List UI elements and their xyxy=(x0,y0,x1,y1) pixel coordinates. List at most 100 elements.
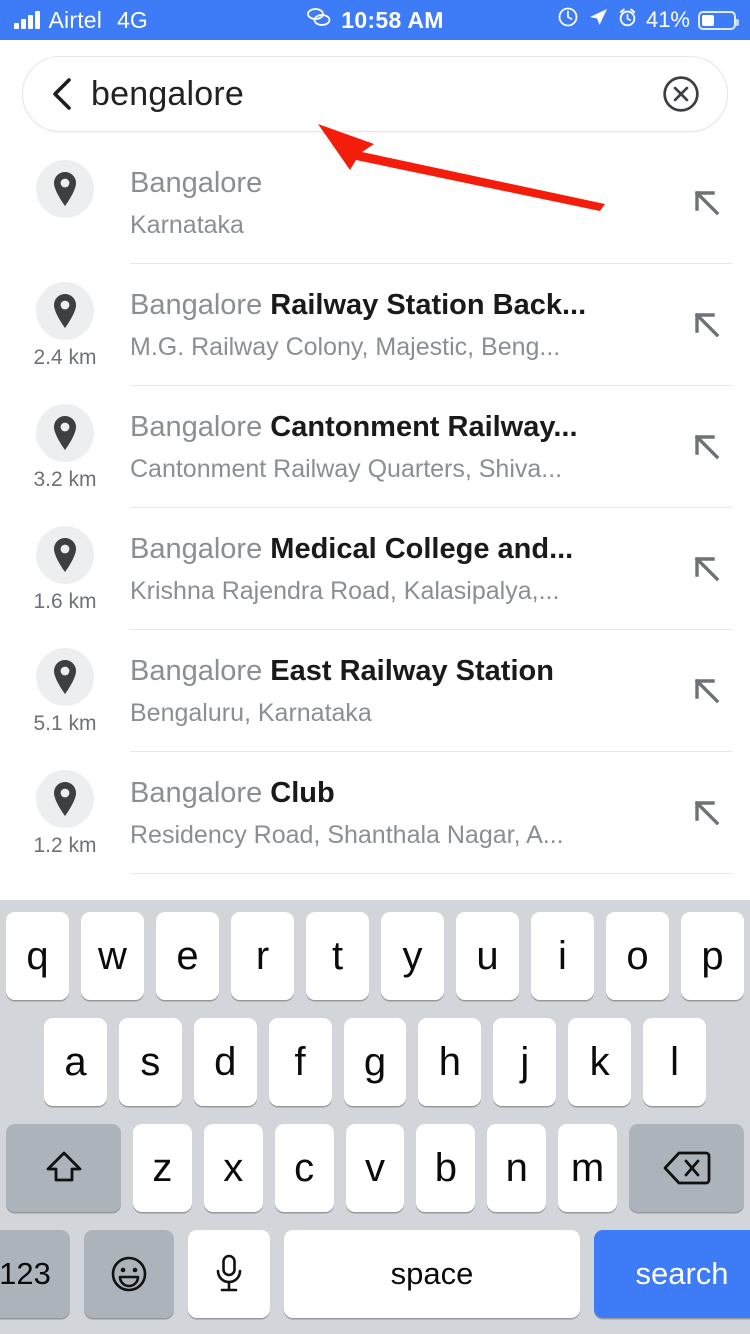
result-distance: 1.6 km xyxy=(33,590,97,613)
arrow-up-left-icon[interactable] xyxy=(686,182,728,224)
result-subtitle: Krishna Rajendra Road, Kalasipalya,... xyxy=(130,577,560,606)
key-r[interactable]: r xyxy=(231,912,294,1000)
result-subtitle: Karnataka xyxy=(130,211,244,240)
result-row-2[interactable]: 3.2 km Bangalore Cantonment Railway... C… xyxy=(0,388,750,510)
keyboard-row-1: q w e r t y u i o p xyxy=(6,912,744,1000)
clear-circle-icon[interactable] xyxy=(661,74,701,114)
key-s[interactable]: s xyxy=(118,1018,182,1106)
map-pin-icon xyxy=(36,526,94,584)
result-title: Bangalore Railway Station Back... xyxy=(130,286,652,325)
key-b[interactable]: b xyxy=(416,1124,476,1212)
keyboard-row-2: a s d f g h j k l xyxy=(6,1018,744,1106)
link-icon xyxy=(306,7,332,33)
result-subtitle: M.G. Railway Colony, Majestic, Beng... xyxy=(130,333,561,362)
arrow-up-left-icon[interactable] xyxy=(686,792,728,834)
result-row-0[interactable]: Bangalore Karnataka xyxy=(0,144,750,266)
signal-bars-icon xyxy=(14,11,40,29)
result-subtitle: Bengaluru, Karnataka xyxy=(130,699,372,728)
result-title-prefix: Bangalore xyxy=(130,411,271,443)
key-d[interactable]: d xyxy=(193,1018,257,1106)
screen-lock-rotation-icon xyxy=(557,6,579,34)
key-l[interactable]: l xyxy=(643,1018,707,1106)
key-p[interactable]: p xyxy=(681,912,744,1000)
key-n[interactable]: n xyxy=(487,1124,547,1212)
result-icon-column xyxy=(0,144,130,224)
result-icon-column: 5.1 km xyxy=(0,632,130,736)
search-key[interactable]: search xyxy=(594,1230,750,1318)
key-c[interactable]: c xyxy=(274,1124,334,1212)
key-g[interactable]: g xyxy=(343,1018,407,1106)
map-pin-icon xyxy=(36,770,94,828)
search-input[interactable]: bengalore xyxy=(91,75,661,114)
status-bar-right: 41% xyxy=(557,6,739,34)
key-m[interactable]: m xyxy=(558,1124,618,1212)
key-k[interactable]: k xyxy=(568,1018,632,1106)
result-row-5[interactable]: 1.2 km Bangalore Club Residency Road, Sh… xyxy=(0,754,750,876)
key-z[interactable]: z xyxy=(133,1124,192,1212)
back-chevron-icon[interactable] xyxy=(45,77,79,111)
emoji-smiley-icon[interactable] xyxy=(84,1230,174,1318)
result-subtitle: Cantonment Railway Quarters, Shiva... xyxy=(130,455,563,484)
map-pin-icon xyxy=(36,160,94,218)
result-title: Bangalore xyxy=(130,164,652,203)
result-title-prefix: Bangalore xyxy=(130,777,271,809)
result-text-column: Bangalore Medical College and... Krishna… xyxy=(130,510,732,630)
arrow-up-left-icon[interactable] xyxy=(686,548,728,590)
key-a[interactable]: a xyxy=(44,1018,107,1106)
key-w[interactable]: w xyxy=(81,912,144,1000)
space-key[interactable]: space xyxy=(284,1230,580,1318)
search-field[interactable]: bengalore xyxy=(22,56,728,132)
microphone-icon[interactable] xyxy=(188,1230,270,1318)
key-v[interactable]: v xyxy=(345,1124,405,1212)
key-i[interactable]: i xyxy=(531,912,594,1000)
clock-label: 10:58 AM xyxy=(341,6,444,33)
result-title-highlight: Cantonment Railway... xyxy=(270,411,578,443)
numbers-key[interactable]: 123 xyxy=(0,1230,70,1318)
alarm-clock-icon xyxy=(617,7,638,34)
app-screen: Airtel 4G 10:58 AM 41% bengalore Bangalo… xyxy=(0,0,750,1334)
key-u[interactable]: u xyxy=(456,912,519,1000)
key-j[interactable]: j xyxy=(493,1018,557,1106)
result-title-highlight: East Railway Station xyxy=(270,655,554,687)
shift-arrow-icon[interactable] xyxy=(6,1124,121,1212)
result-title-highlight: Club xyxy=(270,777,335,809)
result-title-prefix: Bangalore xyxy=(130,167,263,199)
result-row-4[interactable]: 5.1 km Bangalore East Railway Station Be… xyxy=(0,632,750,754)
result-title-highlight: Railway Station Back... xyxy=(270,289,587,321)
result-title-highlight: Medical College and... xyxy=(270,533,574,565)
battery-icon xyxy=(698,10,739,30)
result-title: Bangalore Medical College and... xyxy=(130,530,652,569)
arrow-up-left-icon[interactable] xyxy=(686,670,728,712)
result-distance: 2.4 km xyxy=(33,346,97,369)
result-icon-column: 1.6 km xyxy=(0,510,130,614)
key-f[interactable]: f xyxy=(268,1018,332,1106)
result-title: Bangalore Club xyxy=(130,774,652,813)
battery-percent-label: 41% xyxy=(645,7,690,32)
search-results-list: Bangalore Karnataka 2.4 km Bangalore Rai… xyxy=(0,144,750,876)
keyboard-row-3: z x c v b n m xyxy=(6,1124,745,1212)
result-text-column: Bangalore Karnataka xyxy=(130,144,732,264)
key-o[interactable]: o xyxy=(606,912,669,1000)
arrow-up-left-icon[interactable] xyxy=(686,304,728,346)
backspace-icon[interactable] xyxy=(629,1124,745,1212)
key-y[interactable]: y xyxy=(381,912,444,1000)
key-e[interactable]: e xyxy=(156,912,219,1000)
key-h[interactable]: h xyxy=(418,1018,482,1106)
result-row-1[interactable]: 2.4 km Bangalore Railway Station Back...… xyxy=(0,266,750,388)
result-row-3[interactable]: 1.6 km Bangalore Medical College and... … xyxy=(0,510,750,632)
key-q[interactable]: q xyxy=(6,912,69,1000)
key-x[interactable]: x xyxy=(203,1124,263,1212)
result-icon-column: 3.2 km xyxy=(0,388,130,492)
arrow-up-left-icon[interactable] xyxy=(686,426,728,468)
result-distance: 3.2 km xyxy=(33,468,97,491)
key-t[interactable]: t xyxy=(306,912,369,1000)
result-icon-column: 1.2 km xyxy=(0,754,130,858)
map-pin-icon xyxy=(36,282,94,340)
result-title: Bangalore Cantonment Railway... xyxy=(130,408,652,447)
status-bar: Airtel 4G 10:58 AM 41% xyxy=(0,0,750,40)
result-text-column: Bangalore Cantonment Railway... Cantonme… xyxy=(130,388,732,508)
result-text-column: Bangalore East Railway Station Bengaluru… xyxy=(130,632,732,752)
status-bar-left: Airtel 4G xyxy=(14,7,148,34)
result-title-prefix: Bangalore xyxy=(130,533,271,565)
map-pin-icon xyxy=(36,404,94,462)
